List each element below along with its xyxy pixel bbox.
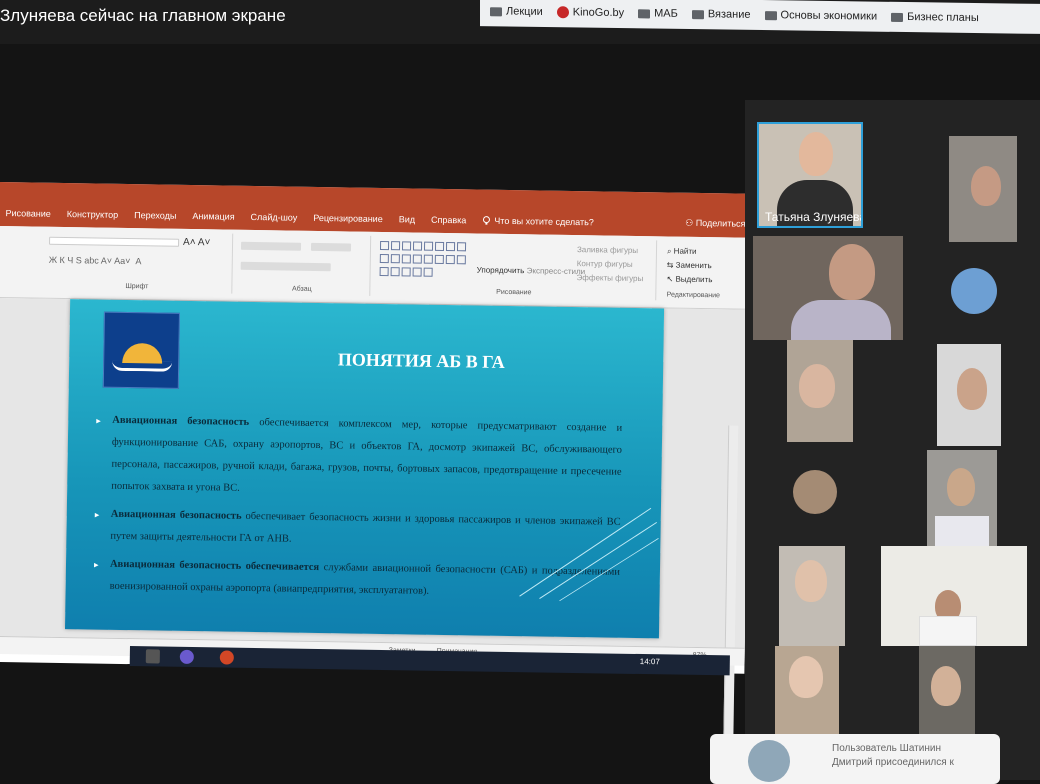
slide-editing-area: ПОНЯТИЯ АБ В ГА Авиационная безопасность… — [0, 297, 751, 764]
indent-buttons[interactable] — [310, 242, 352, 252]
folder-icon — [691, 9, 704, 19]
join-notification: Пользователь Шатинин Дмитрий присоединил… — [710, 734, 1000, 784]
notification-line: Пользователь Шатинин — [832, 743, 941, 754]
shape-effects-button[interactable]: Эффекты фигуры — [576, 273, 643, 283]
participant-avatar[interactable] — [951, 268, 997, 314]
decorative-streaks — [519, 507, 659, 602]
notification-text: Пользователь Шатинин Дмитрий присоединил… — [832, 742, 954, 770]
participant-tile[interactable] — [949, 136, 1017, 242]
bookmark-label: Бизнес планы — [907, 11, 979, 25]
bullet-bold: Авиационная безопасность обеспечивается — [109, 558, 320, 574]
tell-me-search[interactable]: Что вы хотите сделать? — [482, 215, 594, 228]
align-buttons[interactable] — [240, 261, 331, 272]
participant-tile[interactable] — [919, 646, 975, 738]
bookmark-economics[interactable]: Основы экономики — [764, 9, 878, 23]
participant-tile[interactable] — [881, 546, 1027, 646]
folder-icon — [490, 6, 502, 16]
participant-tile[interactable] — [775, 646, 839, 746]
folder-icon — [764, 10, 777, 20]
font-group-label: Шрифт — [125, 282, 149, 291]
search-placeholder: Что вы хотите сделать? — [494, 215, 594, 228]
drawing-group-label: Рисование — [496, 288, 532, 297]
bookmarks-bar: Лекции KinoGo.by МАБ Вязание Основы экон… — [480, 0, 1040, 34]
tab-transitions[interactable]: Переходы — [134, 210, 176, 221]
meeting-banner: Злуняева сейчас на главном экране Лекции… — [0, 0, 1040, 44]
tab-animations[interactable]: Анимация — [192, 211, 234, 222]
font-format-icons[interactable]: Ж К Ч S abc A˅ Aa˅ A — [49, 255, 142, 266]
participant-tile[interactable] — [787, 340, 853, 442]
ribbon-body: A˄ A˅ Ж К Ч S abc A˅ Aa˅ A Шрифт Абзац У… — [0, 225, 752, 310]
slide-canvas[interactable]: ПОНЯТИЯ АБ В ГА Авиационная безопасность… — [64, 299, 665, 639]
font-group: A˄ A˅ Ж К Ч S abc A˅ Aa˅ A Шрифт — [42, 230, 234, 294]
editing-group-label: Редактирование — [666, 291, 721, 300]
share-label: Поделиться — [695, 217, 746, 229]
avatar — [748, 740, 790, 782]
participant-avatar[interactable] — [793, 470, 837, 514]
tab-view[interactable]: Вид — [399, 214, 415, 224]
participant-gallery: Татьяна Злуняева — [745, 100, 1040, 780]
bullet-bold: Авиационная безопасность — [112, 414, 250, 428]
folder-icon — [638, 8, 651, 18]
notification-line: Дмитрий присоединился к — [832, 757, 954, 768]
tab-design[interactable]: Конструктор — [67, 209, 118, 220]
cursor-icon: ↖ — [666, 274, 676, 284]
paragraph-group-label: Абзац — [291, 285, 312, 293]
select-label: Выделить — [675, 274, 713, 285]
bookmark-kinogo[interactable]: KinoGo.by — [556, 6, 625, 20]
font-size-icon[interactable]: A˄ A˅ — [183, 237, 210, 248]
screen-share-banner-title: Злуняева сейчас на главном экране — [0, 6, 286, 25]
font-name-box[interactable] — [49, 236, 180, 247]
participant-tile[interactable] — [753, 236, 903, 340]
tab-help[interactable]: Справка — [431, 215, 466, 226]
bookmark-label: Вязание — [707, 8, 751, 21]
tab-slideshow[interactable]: Слайд-шоу — [251, 212, 298, 223]
shapes-gallery[interactable] — [379, 240, 472, 280]
bullet-bold: Авиационная безопасность — [110, 508, 242, 522]
shape-fill-button[interactable]: Заливка фигуры — [577, 245, 638, 255]
bookmark-label: Лекции — [506, 5, 543, 18]
vertical-scrollbar[interactable] — [722, 425, 739, 764]
kinogo-icon — [556, 6, 569, 19]
bookmark-business-plans[interactable]: Бизнес планы — [891, 11, 979, 24]
task-view-icon[interactable] — [145, 649, 160, 664]
lightbulb-icon — [482, 216, 490, 225]
replace-icon: ⇆ — [666, 260, 676, 270]
replace-button[interactable]: ⇆ Заменить — [667, 260, 712, 270]
participant-tile[interactable] — [937, 344, 1001, 446]
bullet-text: обеспечивается комплексом мер, которые п… — [111, 416, 623, 494]
participant-tile[interactable] — [927, 450, 997, 546]
tab-draw[interactable]: Рисование — [5, 208, 50, 219]
bookmark-mab[interactable]: МАБ — [638, 7, 678, 20]
shape-outline-button[interactable]: Контур фигуры — [577, 259, 633, 269]
app-icon[interactable] — [179, 649, 194, 665]
bookmark-label: KinoGo.by — [572, 6, 625, 20]
participant-tile-active[interactable]: Татьяна Злуняева — [757, 122, 863, 228]
paragraph-group: Абзац — [234, 233, 372, 296]
bookmark-label: МАБ — [654, 7, 678, 20]
bookmark-label: Основы экономики — [780, 9, 878, 23]
bookmark-lectures[interactable]: Лекции — [490, 5, 543, 18]
folder-icon — [891, 12, 904, 22]
participant-tile[interactable] — [779, 546, 845, 646]
powerpoint-window: Рисование Конструктор Переходы Анимация … — [0, 182, 752, 764]
drawing-group: Упорядочить Экспресс-стили Заливка фигур… — [372, 235, 658, 301]
person-icon: ⚇ — [685, 217, 696, 228]
participant-name: Татьяна Злуняева — [765, 210, 863, 224]
list-buttons[interactable] — [240, 241, 302, 251]
tab-review[interactable]: Рецензирование — [313, 213, 383, 224]
find-label: Найти — [673, 246, 697, 256]
powerpoint-icon[interactable] — [219, 650, 234, 665]
clock: 14:07 — [639, 657, 660, 667]
replace-label: Заменить — [675, 260, 712, 271]
select-button[interactable]: ↖ Выделить — [666, 274, 712, 284]
editing-group: ⌕ Найти ⇆ Заменить ↖ Выделить Редактиров… — [658, 240, 729, 301]
find-button[interactable]: ⌕ Найти — [667, 246, 697, 256]
bookmark-knitting[interactable]: Вязание — [691, 8, 751, 21]
arrange-button[interactable]: Упорядочить — [477, 265, 525, 275]
share-button[interactable]: ⚇ Поделиться — [685, 218, 745, 230]
